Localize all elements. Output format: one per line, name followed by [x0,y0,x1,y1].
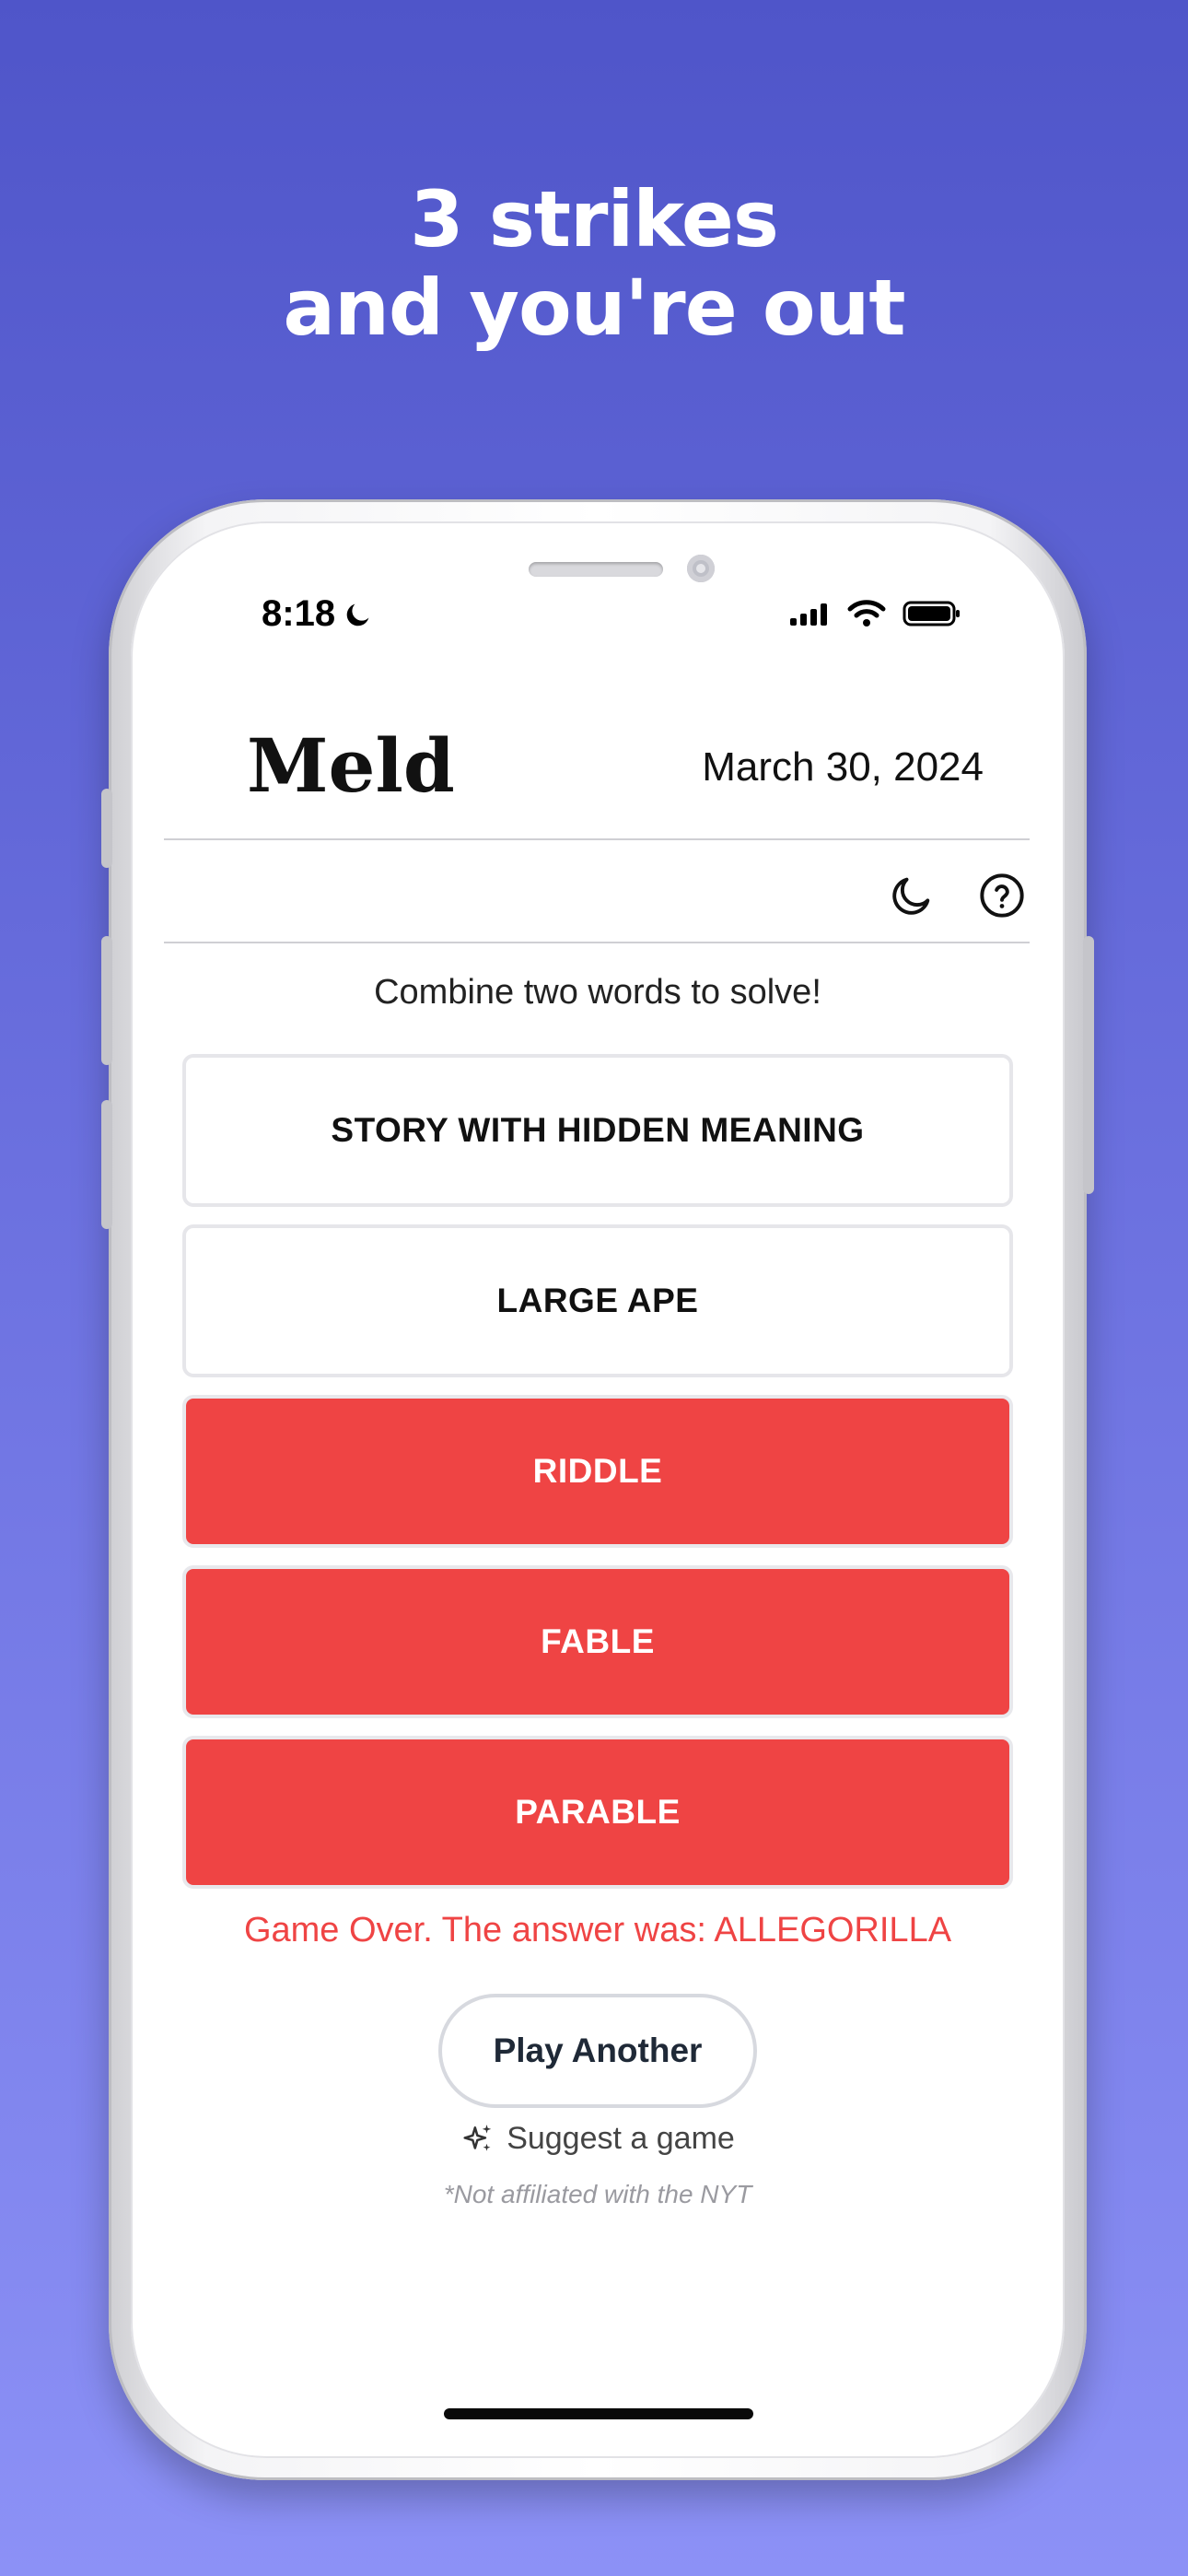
clue-card[interactable]: STORY WITH HIDDEN MEANING [182,1054,1013,1207]
suggest-label: Suggest a game [507,2121,735,2156]
earpiece-speaker [529,562,663,577]
status-icons [788,599,961,628]
clue-card[interactable]: LARGE APE [182,1224,1013,1377]
mute-switch [101,789,112,868]
promo-headline: 3 strikes and you're out [0,175,1188,352]
battery-icon [903,601,960,626]
suggest-game-link[interactable]: Suggest a game [131,2121,1065,2157]
wrong-guess-card[interactable]: PARABLE [182,1736,1013,1889]
phone-screen: 8:18 Meld March 30, 2024 Combine two wor… [131,521,1065,2458]
power-button [1083,936,1094,1194]
play-another-button[interactable]: Play Another [438,1994,757,2108]
app-header: Meld March 30, 2024 [164,722,1030,809]
instructions: Combine two words to solve! [374,973,821,1012]
dark-mode-toggle[interactable] [888,872,936,919]
wrong-guess-card[interactable]: RIDDLE [182,1395,1013,1548]
game-over-message: Game Over. The answer was: ALLEGORILLA [243,1911,952,1950]
time-text: 8:18 [262,593,336,634]
disclaimer: *Not affiliated with the NYT [443,2180,752,2208]
wifi-icon [847,600,886,626]
volume-up-button [101,936,112,1065]
headline-line-1: 3 strikes [410,174,779,264]
toolbar [164,862,1030,936]
sparkles-icon [463,2124,492,2151]
help-button[interactable] [978,872,1026,919]
status-bar: 8:18 [131,593,1065,649]
puzzle-date: March 30, 2024 [702,744,984,790]
header-divider [164,838,1030,840]
toolbar-divider [164,942,1030,943]
wrong-guess-card[interactable]: FABLE [182,1565,1013,1718]
card-list: STORY WITH HIDDEN MEANING LARGE APE RIDD… [182,1054,1013,1906]
volume-down-button [101,1100,112,1229]
home-indicator[interactable] [444,2408,753,2419]
moon-icon [346,603,369,626]
app-logo: Meld [247,722,455,809]
status-time: 8:18 [262,593,374,635]
headline-line-2: and you're out [283,263,905,353]
front-camera [687,555,715,582]
cellular-signal-icon [790,603,827,626]
